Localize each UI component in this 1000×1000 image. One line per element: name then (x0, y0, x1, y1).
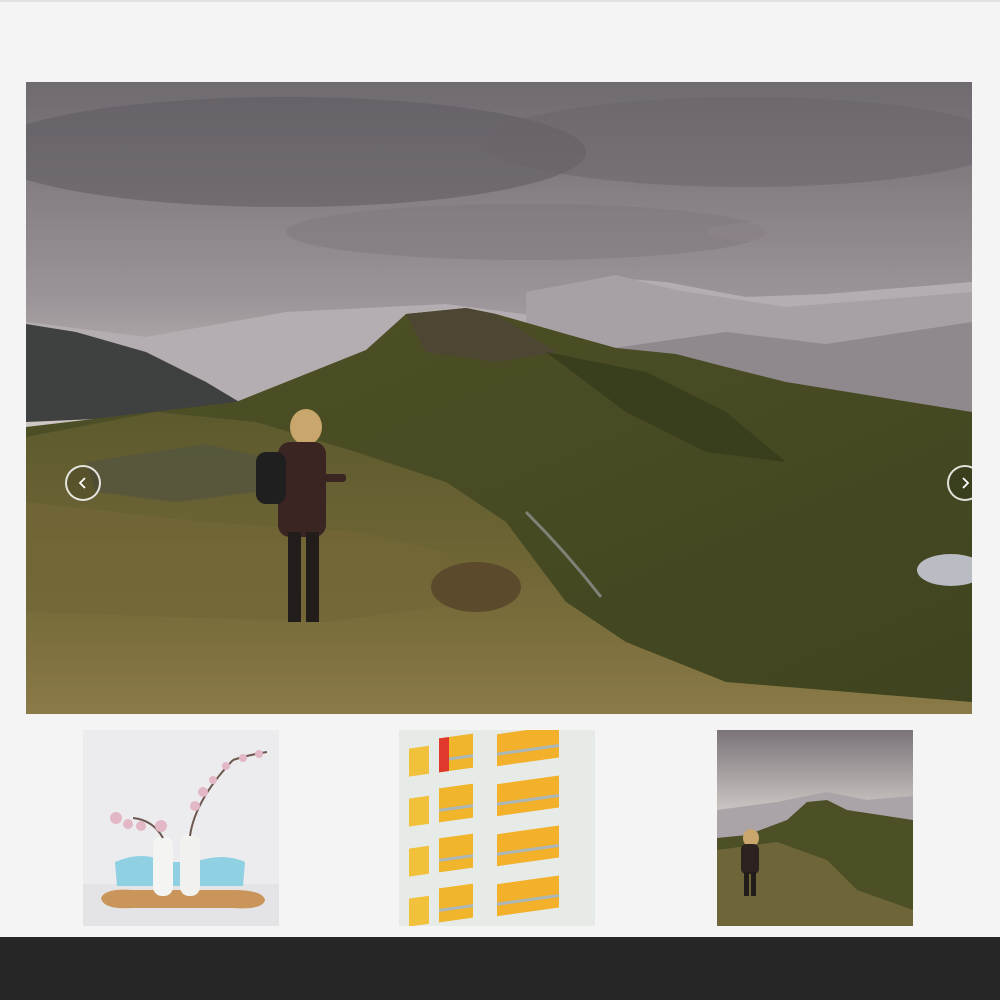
mountain-thumbnail-image (717, 730, 913, 926)
chevron-right-icon (962, 477, 970, 489)
previous-image-button[interactable] (65, 465, 101, 501)
thumbnail-vases[interactable] (83, 730, 279, 926)
chevron-left-icon (78, 477, 86, 489)
vases-image (83, 730, 279, 926)
thumbnail-building[interactable] (399, 730, 595, 926)
main-image-viewer (26, 82, 972, 714)
bottom-bar (0, 937, 1000, 1000)
main-landscape-image (26, 82, 972, 714)
building-image (399, 730, 595, 926)
thumbnail-mountain[interactable] (717, 730, 913, 926)
top-divider (0, 0, 1000, 2)
